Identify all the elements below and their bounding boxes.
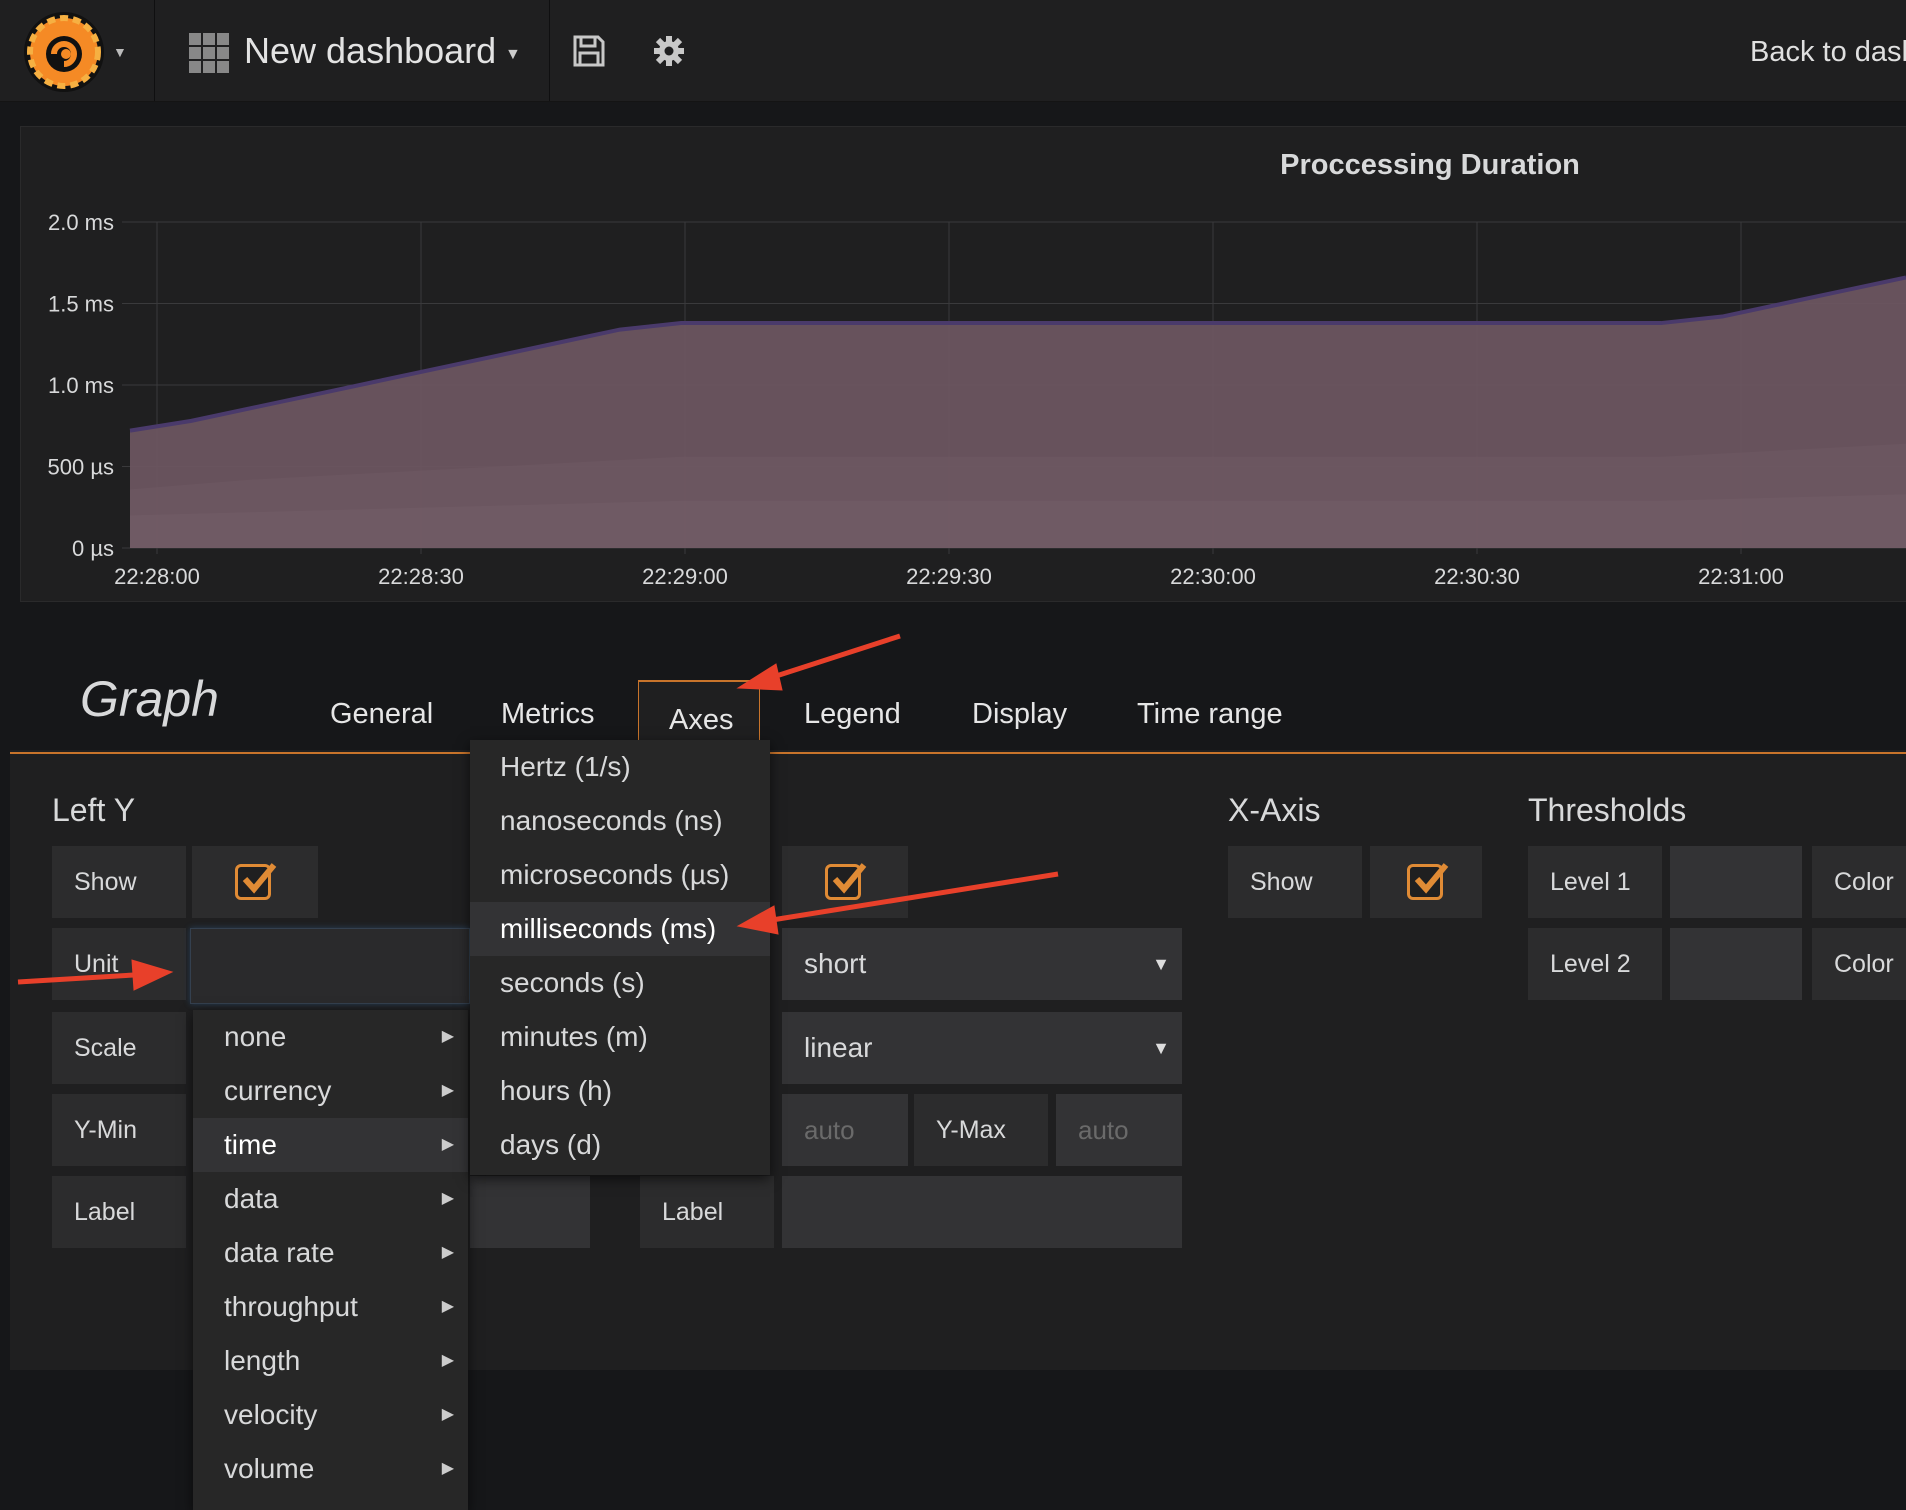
arrow-annotation-icon: [17, 959, 174, 991]
arrow-annotation-icon: [736, 871, 1059, 935]
annotation-arrows: [17, 633, 1059, 991]
arrow-annotation-icon: [736, 633, 901, 691]
